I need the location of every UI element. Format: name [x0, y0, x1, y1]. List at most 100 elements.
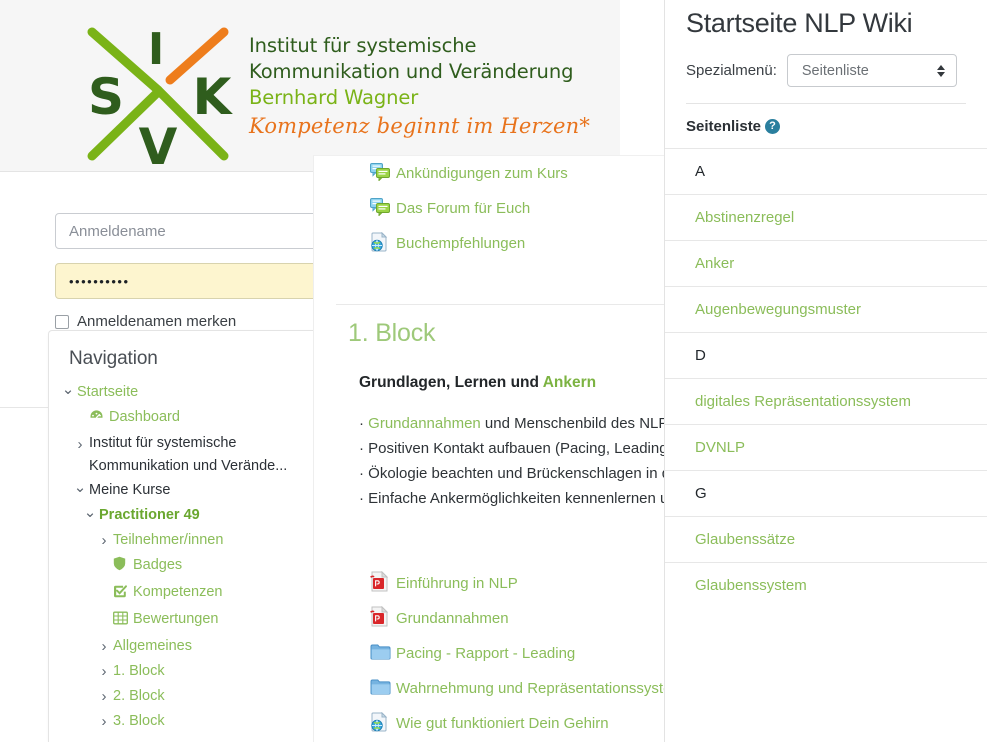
nav-item-label: Dashboard	[109, 409, 180, 425]
course-resource-item[interactable]: Wahrnehmung und Repräsentationssysteme	[314, 671, 664, 706]
remember-username-checkbox-row[interactable]: Anmeldenamen merken	[55, 313, 236, 330]
nav-item-label: Kompetenzen	[133, 584, 223, 600]
course-file-list-wrap: Einführung in NLP Grundannahmen Pacing - R…	[314, 566, 664, 741]
checkbox-icon	[113, 582, 127, 607]
chevron-right-icon: ›	[77, 436, 83, 453]
section-bullet-list: · Grundannahmen und Menschenbild des NLP…	[359, 411, 664, 511]
wiki-select-value: Seitenliste	[801, 62, 869, 79]
course-resource-item[interactable]: Grundannahmen	[314, 601, 664, 636]
section-bullet-text: Einfache Ankermöglichkeiten kennenlernen…	[368, 490, 664, 507]
isvk-cross-logo-icon: I S K V	[66, 18, 248, 168]
chevron-down-icon: ⌄	[73, 479, 87, 496]
url-icon	[370, 711, 390, 736]
chevron-right-icon: ›	[101, 713, 107, 730]
resource-label: Das Forum für Euch	[396, 200, 531, 217]
bullet-marker: ·	[359, 415, 369, 432]
nav-item[interactable]: Dashboard	[49, 405, 317, 432]
nav-item[interactable]: › 1. Block	[49, 659, 317, 684]
org-line-1: Institut für systemische	[249, 34, 477, 57]
bullet-marker: ·	[359, 440, 369, 457]
nav-item[interactable]: ⌄ Practitioner 49	[49, 503, 317, 528]
nav-item-icon-slot	[113, 607, 133, 634]
course-resource-item[interactable]: Ankündigungen zum Kurs	[314, 156, 664, 191]
section-title-1-block: 1. Block	[348, 319, 436, 347]
wiki-page-link[interactable]: Glaubenssätze	[665, 516, 987, 562]
wiki-letter-text: D	[695, 347, 706, 364]
username-input[interactable]: Anmeldename	[55, 213, 314, 249]
course-resource-item[interactable]: Pacing - Rapport - Leading	[314, 636, 664, 671]
nav-item-icon-slot	[113, 553, 133, 580]
nav-item-label: 3. Block	[113, 713, 165, 729]
wiki-page-link[interactable]: Glaubenssystem	[665, 562, 987, 608]
course-top-resource-list: Ankündigungen zum Kurs Das Forum für Euch…	[314, 156, 664, 261]
resource-icon-slot	[370, 197, 396, 220]
nav-item-icon-slot	[113, 580, 133, 607]
chevron-down-icon: ⌄	[83, 504, 97, 521]
resource-icon-slot	[370, 711, 396, 736]
nav-item[interactable]: Kompetenzen	[49, 580, 317, 607]
nav-item[interactable]: › Institut für systemische Kommunikation …	[49, 432, 317, 478]
section-subtitle-link[interactable]: Ankern	[543, 374, 596, 391]
nav-item[interactable]: ⌄ Meine Kurse	[49, 478, 317, 503]
nav-item-label: Startseite	[77, 384, 139, 400]
section-bullet-link[interactable]: Grundannahmen	[368, 415, 481, 432]
wiki-page-label: Glaubenssätze	[695, 531, 796, 548]
svg-text:K: K	[193, 68, 234, 126]
svg-text:I: I	[148, 24, 164, 75]
nav-item[interactable]: › 2. Block	[49, 684, 317, 709]
nav-item-label: Bewertungen	[133, 611, 219, 627]
wiki-page-link[interactable]: DVNLP	[665, 424, 987, 470]
badge-icon	[113, 555, 126, 580]
section-bullet: · Ökologie beachten und Brückenschlagen …	[359, 461, 664, 486]
resource-label: Einführung in NLP	[396, 575, 518, 592]
resource-icon-slot	[370, 570, 396, 596]
wiki-page-link[interactable]: Augenbewegungsmuster	[665, 286, 987, 332]
header-text-block: Institut für systemische Kommunikation u…	[249, 33, 609, 141]
nav-item[interactable]: ⌄ Startseite	[49, 380, 317, 405]
nav-item[interactable]: Badges	[49, 553, 317, 580]
grid-icon	[113, 609, 128, 634]
course-resource-item[interactable]: Buchempfehlungen	[314, 226, 664, 261]
nav-item[interactable]: › 3. Block	[49, 709, 317, 734]
course-resource-item[interactable]: Einführung in NLP	[314, 566, 664, 601]
nav-item[interactable]: › Teilnehmer/innen	[49, 528, 317, 553]
course-resource-item[interactable]: Wie gut funktioniert Dein Gehirn	[314, 706, 664, 741]
wiki-letter-header: D	[665, 332, 987, 378]
wiki-letter-text: A	[695, 163, 706, 180]
resource-icon-slot	[370, 643, 396, 664]
password-input[interactable]: ••••••••••	[55, 263, 314, 299]
help-icon[interactable]: ?	[765, 119, 781, 134]
nav-item-label: Institut für systemische Kommunikation u…	[89, 435, 288, 474]
wiki-page-link[interactable]: digitales Repräsentationssystem	[665, 378, 987, 424]
wiki-page-link[interactable]: Anker	[665, 240, 987, 286]
bullet-marker: ·	[359, 465, 369, 482]
forum-icon	[370, 197, 390, 220]
section-bullet: · Positiven Kontakt aufbauen (Pacing, Le…	[359, 436, 664, 461]
wiki-special-menu-select[interactable]: Seitenliste	[786, 54, 957, 87]
wiki-subheading-text: Seitenliste	[686, 118, 762, 135]
remember-label: Anmeldenamen merken	[77, 313, 237, 330]
wiki-letter-header: A	[665, 148, 987, 194]
nav-item[interactable]: Bewertungen	[49, 607, 317, 634]
chevron-right-icon: ›	[101, 663, 107, 680]
course-resource-item[interactable]: Das Forum für Euch	[314, 191, 664, 226]
course-file-list: Einführung in NLP Grundannahmen Pacing - R…	[314, 566, 664, 741]
resource-label: Pacing - Rapport - Leading	[396, 645, 576, 662]
remember-checkbox[interactable]	[55, 314, 69, 329]
resource-label: Grundannahmen	[396, 610, 509, 627]
forum-icon	[370, 162, 390, 185]
section-bullet: · Grundannahmen und Menschenbild des NLP	[359, 411, 664, 436]
dashboard-icon	[89, 407, 104, 432]
header-tagline: Kompetenz beginnt im Herzen*	[249, 114, 591, 138]
nav-item-label: Badges	[133, 557, 183, 573]
wiki-page-title: Startseite NLP Wiki	[686, 8, 913, 38]
pdf-icon	[370, 570, 389, 596]
section-bullet-text: und Menschenbild des NLP	[480, 415, 664, 432]
nav-item-label: Allgemeines	[113, 638, 192, 654]
nav-item-label: 1. Block	[113, 663, 165, 679]
wiki-page-link[interactable]: Abstinenzregel	[665, 194, 987, 240]
section-bullet-text: Positiven Kontakt aufbauen (Pacing, Lead…	[368, 440, 664, 457]
page-root: I S K V Institut für systemische Kommuni…	[0, 0, 987, 742]
folder-icon	[370, 643, 391, 664]
nav-item[interactable]: › Allgemeines	[49, 634, 317, 659]
